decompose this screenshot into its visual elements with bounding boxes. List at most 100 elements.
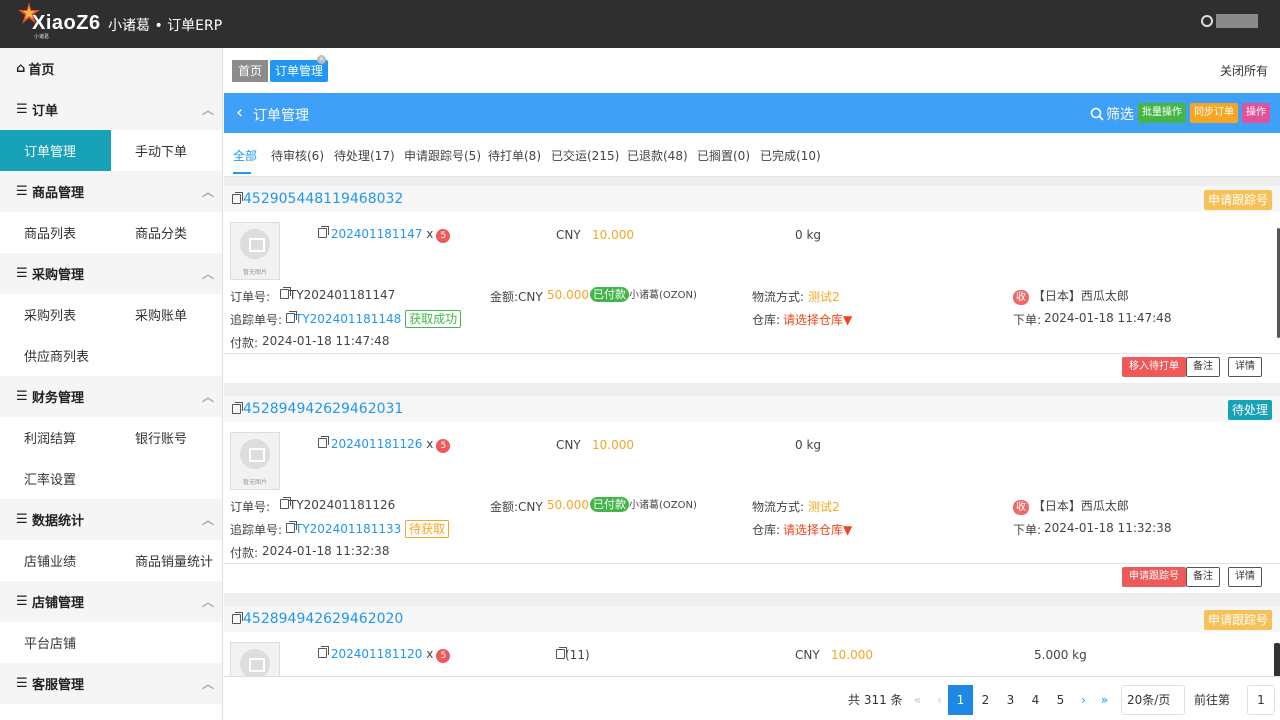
back-arrow-icon[interactable]: ‹ [236, 102, 243, 123]
order-id-link[interactable]: 452894942629462020 [232, 611, 403, 627]
menu-icon: ☰ [16, 676, 28, 691]
copy-icon[interactable] [280, 497, 291, 509]
sku-link[interactable]: 202401181120 [331, 647, 423, 661]
sidebar-item-sales-stats[interactable]: 商品销量统计 [111, 540, 222, 581]
tab-refunded[interactable]: 已退款(48) [627, 147, 688, 164]
operation-button[interactable]: 操作 [1242, 103, 1270, 123]
page-button[interactable]: 5 [1048, 685, 1073, 715]
warehouse-select[interactable]: 请选择仓库▼ [783, 521, 852, 538]
top-bar: XiaoZ6 小诸葛 小诸葛 • 订单ERP [0, 0, 1280, 48]
tracking-no[interactable]: TY202401181148 [295, 312, 401, 326]
last-page-icon[interactable]: » [1092, 685, 1117, 715]
user-icon [1201, 15, 1213, 27]
page-button[interactable]: 1 [948, 685, 973, 715]
group-label: 数据统计 [32, 514, 85, 529]
sidebar-group-orders[interactable]: ☰ 订单 ︿ [0, 89, 222, 130]
menu-icon: ☰ [16, 594, 28, 609]
copy-icon[interactable] [232, 612, 243, 624]
sidebar-item-profit[interactable]: 利润结算 [0, 417, 111, 458]
sidebar-item-supplier-list[interactable]: 供应商列表 [0, 335, 112, 376]
sidebar-group-stats[interactable]: ☰ 数据统计 ︿ [0, 499, 222, 540]
sidebar-group-finance[interactable]: ☰ 财务管理 ︿ [0, 376, 222, 417]
close-tab-icon[interactable]: × [317, 55, 326, 64]
page-button[interactable]: 4 [1023, 685, 1048, 715]
warehouse-select[interactable]: 请选择仓库▼ [783, 311, 852, 328]
sidebar-item-home[interactable]: ⌂ 首页 [0, 48, 222, 89]
chevron-up-icon: ︿ [201, 185, 214, 199]
order-id: 452905448119468032 [243, 191, 404, 207]
receiver-badge: 收 [1013, 290, 1029, 305]
image-placeholder-icon [240, 649, 270, 676]
sidebar-item-product-list[interactable]: 商品列表 [0, 212, 111, 253]
sidebar-item-bank-account[interactable]: 银行账号 [111, 417, 222, 458]
remark-button[interactable]: 备注 [1186, 567, 1220, 587]
detail-button[interactable]: 详情 [1228, 357, 1262, 377]
copy-icon[interactable] [280, 287, 291, 299]
page-tab-bar: 首页 订单管理 × 关闭所有 [224, 48, 1280, 93]
sidebar-item-purchase-bill[interactable]: 采购账单 [111, 294, 222, 335]
copy-icon[interactable] [318, 436, 329, 448]
sidebar-item-exchange-rate[interactable]: 汇率设置 [0, 458, 112, 499]
tab-pending-print[interactable]: 待打单(8) [488, 147, 541, 164]
page-button[interactable]: 3 [998, 685, 1023, 715]
unit-price: 10.000 [592, 438, 634, 452]
sidebar-item-purchase-list[interactable]: 采购列表 [0, 294, 111, 335]
copy-icon[interactable] [232, 402, 243, 414]
tab-on-hold[interactable]: 已搁置(0) [697, 147, 750, 164]
copy-icon[interactable] [286, 521, 297, 533]
sku-link[interactable]: 202401181147 [331, 227, 423, 241]
logistics-value: 测试2 [808, 500, 840, 514]
tracking-value: TY202401181133 待获取 [286, 520, 450, 538]
tracking-no[interactable]: TY202401181133 [295, 522, 401, 536]
sidebar-item-manual-order[interactable]: 手动下单 [111, 130, 222, 171]
sync-orders-button[interactable]: 同步订单 [1190, 103, 1238, 123]
tab-home[interactable]: 首页 [232, 60, 269, 82]
qty-badge: 5 [436, 439, 451, 453]
user-name-redacted [1216, 14, 1258, 28]
order-id-link[interactable]: 452905448119468032 [232, 191, 403, 207]
tab-apply-tracking[interactable]: 申请跟踪号(5) [404, 147, 481, 164]
sidebar-group-purchase[interactable]: ☰ 采购管理 ︿ [0, 253, 222, 294]
copy-icon[interactable] [232, 192, 243, 204]
tab-shipped[interactable]: 已交运(215) [551, 147, 619, 164]
tab-pending-review[interactable]: 待审核(6) [271, 147, 324, 164]
copy-icon[interactable] [556, 647, 567, 659]
sidebar-item-order-management[interactable]: 订单管理 [0, 130, 111, 171]
close-all-tabs-button[interactable]: 关闭所有 [1220, 62, 1268, 79]
paid-line: 已付款 小诸葛(OZON) [590, 286, 697, 302]
sidebar-group-products[interactable]: ☰ 商品管理 ︿ [0, 171, 222, 212]
sidebar-item-store-performance[interactable]: 店铺业绩 [0, 540, 111, 581]
user-menu[interactable] [1201, 14, 1258, 28]
order-id-link[interactable]: 452894942629462031 [232, 401, 403, 417]
main-content: 首页 订单管理 × 关闭所有 ‹ 订单管理 筛选 批量操作 同步订单 操作 全部… [224, 48, 1280, 720]
detail-button[interactable]: 详情 [1228, 567, 1262, 587]
page-size-select[interactable]: 20条/页 ⌄ [1121, 685, 1185, 715]
sidebar-item-platform-stores[interactable]: 平台店铺 [0, 622, 112, 663]
copy-icon[interactable] [318, 646, 329, 658]
sidebar-item-product-category[interactable]: 商品分类 [111, 212, 222, 253]
page-button[interactable]: 2 [973, 685, 998, 715]
sku-link[interactable]: 202401181126 [331, 437, 423, 451]
tab-pending-process[interactable]: 待处理(17) [334, 147, 395, 164]
sidebar-group-stores[interactable]: ☰ 店铺管理 ︿ [0, 581, 222, 622]
remark-button[interactable]: 备注 [1186, 357, 1220, 377]
batch-operation-button[interactable]: 批量操作 [1138, 103, 1186, 123]
home-icon: ⌂ [16, 61, 26, 76]
weight: 0 kg [795, 438, 822, 452]
copies-line: (11) [556, 647, 590, 662]
tab-completed[interactable]: 已完成(10) [760, 147, 821, 164]
sidebar-group-customer-service[interactable]: ☰ 客服管理 ︿ [0, 663, 222, 704]
copy-icon[interactable] [318, 226, 329, 238]
sku-line: 202401181147 x5 [318, 226, 451, 243]
group-label: 店铺管理 [32, 596, 85, 611]
logo[interactable]: XiaoZ6 小诸葛 [0, 0, 100, 48]
filter-button[interactable]: 筛选 [1090, 104, 1134, 124]
order-no-text: TY202401181147 [289, 288, 396, 302]
goto-page-input[interactable]: 1 [1247, 685, 1275, 715]
status-tabs: 全部 待审核(6) 待处理(17) 申请跟踪号(5) 待打单(8) 已交运(21… [224, 133, 1280, 177]
tab-all[interactable]: 全部 [233, 147, 257, 164]
apply-tracking-button[interactable]: 申请跟踪号 [1122, 567, 1186, 587]
copy-icon[interactable] [286, 311, 297, 323]
move-to-print-button[interactable]: 移入待打单 [1122, 357, 1186, 377]
product-thumbnail: 暂无图片 [230, 222, 280, 280]
